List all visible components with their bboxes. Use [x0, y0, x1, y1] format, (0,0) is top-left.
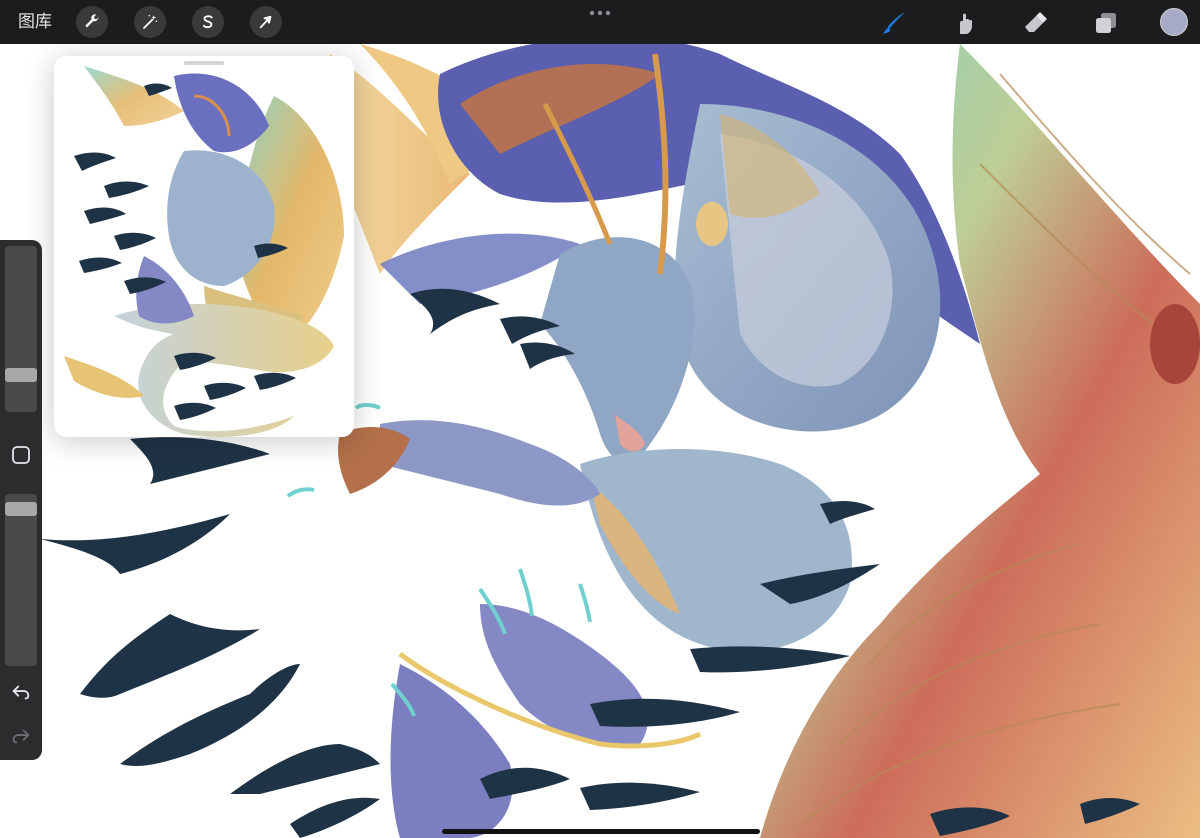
arrow-cursor-icon [259, 15, 272, 29]
redo-arrow-icon [12, 729, 30, 744]
eraser-icon [1025, 12, 1047, 32]
top-toolbar: 图库 [0, 0, 1200, 44]
more-dots-icon[interactable] [585, 6, 615, 20]
redo-button[interactable] [9, 724, 33, 748]
brush-tool-button[interactable] [879, 8, 909, 38]
opacity-slider[interactable] [5, 494, 37, 666]
actions-button[interactable] [76, 6, 108, 38]
opacity-thumb[interactable] [5, 502, 37, 516]
reference-image [64, 66, 344, 437]
transform-button[interactable] [250, 6, 282, 38]
brush-size-slider[interactable] [5, 246, 37, 412]
adjustments-button[interactable] [134, 6, 166, 38]
color-swatch[interactable] [1160, 8, 1188, 36]
reference-window[interactable] [54, 56, 354, 437]
smudge-finger-icon [960, 13, 972, 34]
magic-wand-icon [143, 14, 158, 29]
selection-button[interactable] [192, 6, 224, 38]
square-outline-icon [12, 446, 30, 464]
undo-arrow-icon [12, 685, 30, 700]
brush-icon [883, 12, 905, 34]
gallery-button[interactable]: 图库 [18, 11, 52, 33]
left-sidebar [0, 240, 42, 760]
reference-grab-handle[interactable] [184, 61, 224, 65]
procreate-app: 图库 [0, 0, 1200, 838]
layers-icon [1096, 13, 1116, 33]
wrench-icon [85, 14, 99, 28]
smudge-tool-button[interactable] [950, 8, 980, 38]
modify-button[interactable] [11, 445, 31, 465]
eraser-tool-button[interactable] [1020, 8, 1050, 38]
brush-size-thumb[interactable] [5, 368, 37, 382]
layers-button[interactable] [1091, 8, 1121, 38]
home-indicator[interactable] [442, 829, 760, 834]
selection-s-icon [202, 15, 213, 29]
undo-button[interactable] [9, 680, 33, 704]
